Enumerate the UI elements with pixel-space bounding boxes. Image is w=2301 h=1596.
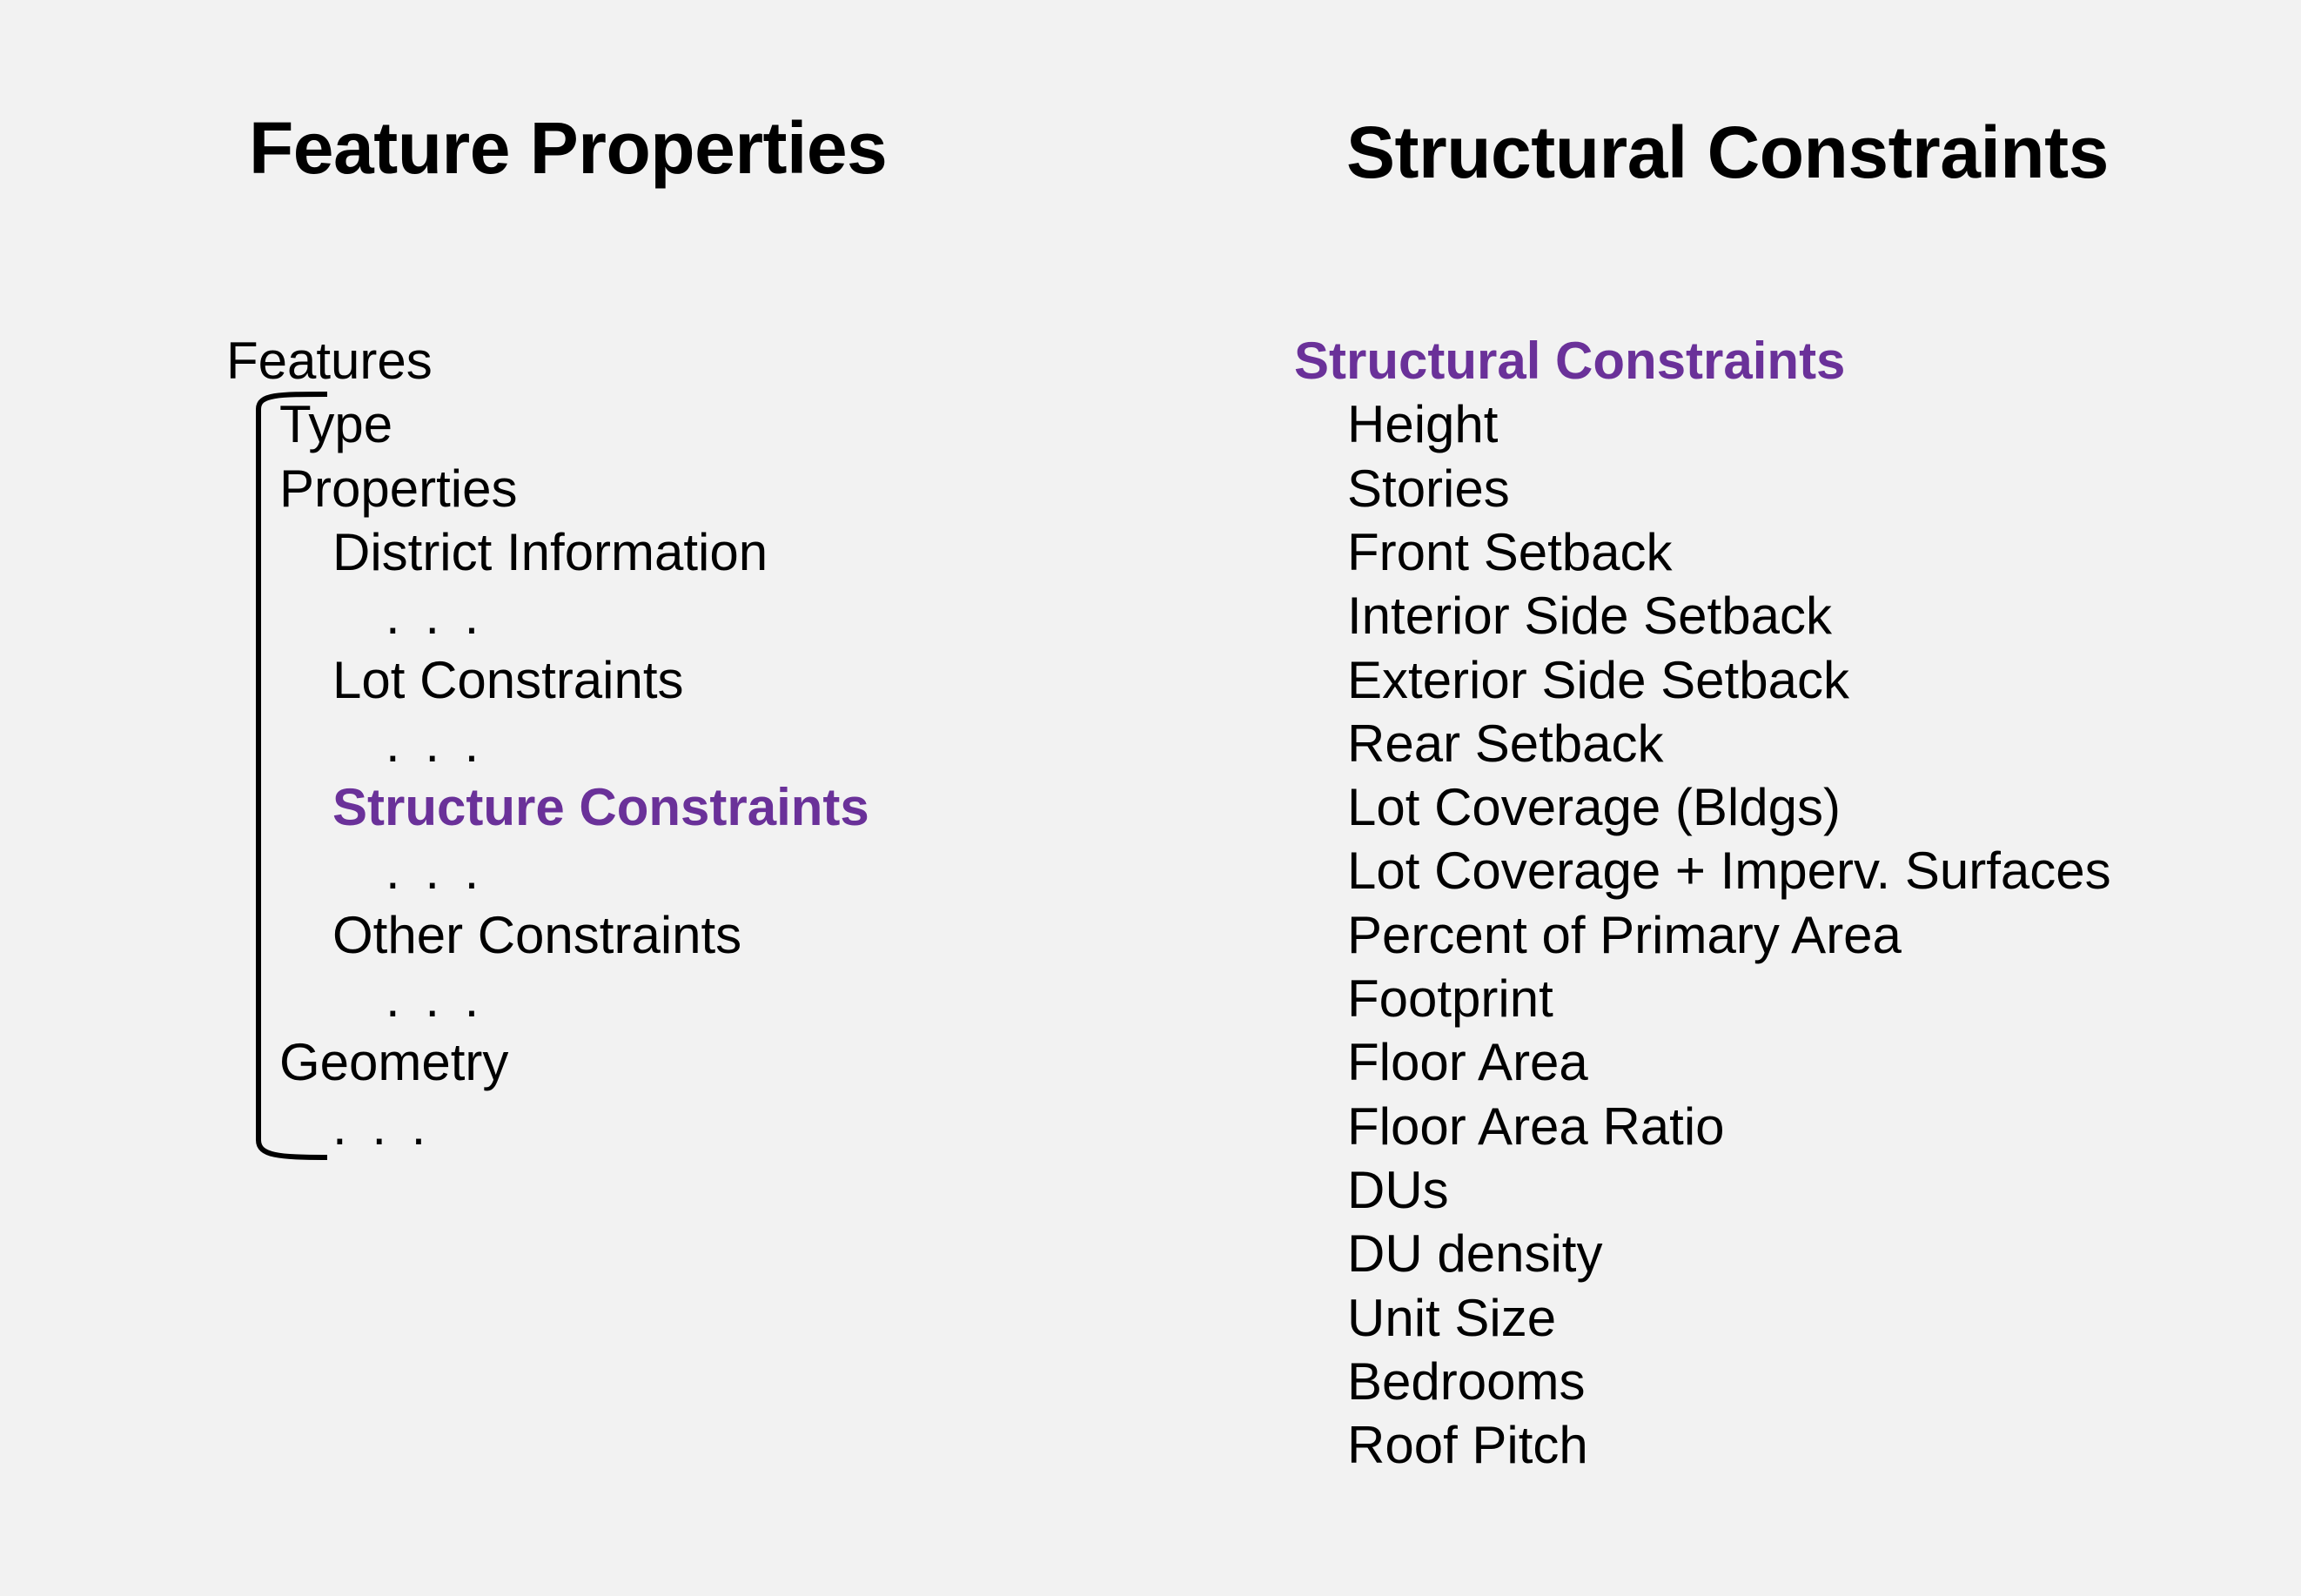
- tree-item-ellipsis-12: . . .: [332, 1096, 432, 1156]
- constraint-item-height: Height: [1347, 395, 1499, 454]
- tree-item-features: Features: [226, 332, 433, 390]
- constraint-item-bedrooms: Bedrooms: [1347, 1351, 1586, 1411]
- structural-constraints-title: Structural Constraints: [1346, 111, 2109, 193]
- constraint-item-floor-area-ratio: Floor Area Ratio: [1347, 1096, 1725, 1156]
- constraint-item-lot-coverage-imperv-surfaces: Lot Coverage + Imperv. Surfaces: [1347, 842, 2111, 901]
- tree-item-ellipsis-10: . . .: [386, 969, 485, 1028]
- structural-constraints-list: Structural Constraints Height Stories Front…: [1294, 329, 2295, 1512]
- constraint-item-lot-coverage-bldgs: Lot Coverage (Bldgs): [1347, 778, 1841, 837]
- constraint-item-structural-constraints: Structural Constraints: [1294, 332, 1846, 390]
- constraint-item-stories: Stories: [1347, 459, 1510, 518]
- tree-item-type: Type: [279, 395, 393, 454]
- tree-item-geometry: Geometry: [279, 1033, 509, 1092]
- constraint-item-rear-setback: Rear Setback: [1347, 714, 1664, 773]
- feature-properties-tree: Features Type Properties District Informati…: [226, 329, 1010, 1182]
- tree-item-ellipsis-8: . . .: [386, 842, 485, 901]
- tree-item-other-constraints: Other Constraints: [332, 905, 742, 964]
- constraint-item-percent-of-primary-area: Percent of Primary Area: [1347, 905, 1902, 964]
- tree-item-structure-constraints: Structure Constraints: [332, 778, 869, 837]
- constraint-item-footprint: Footprint: [1347, 969, 1553, 1028]
- constraint-item-interior-side-setback: Interior Side Setback: [1347, 587, 1832, 646]
- constraint-item-dus: DUs: [1347, 1160, 1449, 1219]
- constraint-item-floor-area: Floor Area: [1347, 1033, 1588, 1092]
- tree-item-lot-constraints: Lot Constraints: [332, 650, 684, 709]
- constraint-item-unit-size: Unit Size: [1347, 1288, 1557, 1347]
- tree-item-district-information: District Information: [332, 522, 768, 581]
- constraint-item-exterior-side-setback: Exterior Side Setback: [1347, 650, 1849, 709]
- tree-item-properties: Properties: [279, 459, 518, 518]
- constraint-item-front-setback: Front Setback: [1347, 522, 1673, 581]
- constraint-item-du-density: DU density: [1347, 1224, 1603, 1284]
- tree-item-ellipsis-6: . . .: [386, 714, 485, 773]
- tree-item-ellipsis-4: . . .: [386, 587, 485, 646]
- constraint-item-roof-pitch: Roof Pitch: [1347, 1416, 1588, 1475]
- feature-properties-title: Feature Properties: [249, 107, 888, 189]
